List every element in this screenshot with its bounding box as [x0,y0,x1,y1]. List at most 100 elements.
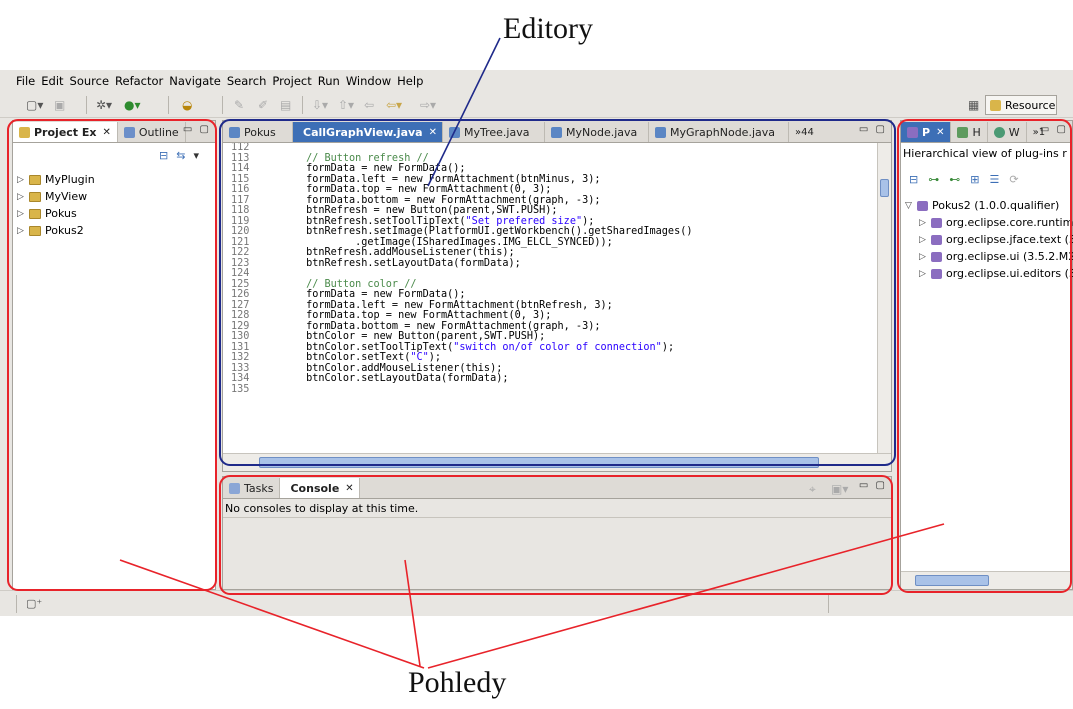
code-line[interactable]: 134 btnColor.setLayoutData(formData); [223,373,877,385]
expand-icon[interactable]: ▷ [17,175,29,185]
last-edit-icon[interactable]: ⇦ [364,97,374,113]
collapse-all-icon[interactable]: ⊟ [159,149,176,162]
menu-help[interactable]: Help [397,74,423,88]
scroll-thumb[interactable] [880,179,889,197]
tree-item[interactable]: ▷ org.eclipse.core.runtime [905,214,1073,231]
debug-icon[interactable]: ✲▾ [96,97,112,113]
menu-window[interactable]: Window [346,74,391,88]
code-editor[interactable]: 112 113 // Button refresh //114 formData … [223,143,877,453]
collapse-icon[interactable]: ▽ [905,201,917,211]
close-icon[interactable]: ✕ [345,483,353,494]
code-line[interactable]: 123 btnRefresh.setLayoutData(formData); [223,258,877,270]
back-icon[interactable]: ⇦▾ [386,97,402,113]
tab-mygraphnode[interactable]: MyGraphNode.java [649,122,789,142]
close-icon[interactable]: ✕ [103,127,111,138]
code-line[interactable]: 124 [223,268,877,280]
run-icon[interactable]: ●▾ [124,97,141,113]
menu-edit[interactable]: Edit [41,74,63,88]
minimize-maximize-icon[interactable]: ▭ ▢ [859,480,887,491]
tree-item[interactable]: ▽ Pokus2 (1.0.0.qualifier) [905,197,1073,214]
tree-item[interactable]: ▷ MyView [17,188,95,205]
code-line[interactable]: 122 btnRefresh.addMouseListener(this); [223,247,877,259]
expand-icon[interactable]: ▷ [919,269,931,279]
tree-item[interactable]: ▷ org.eclipse.ui (3.5.2.M20 [905,248,1073,265]
view-menu-icon[interactable]: ▾ [193,149,207,162]
tab-mynode[interactable]: MyNode.java [545,122,649,142]
code-line[interactable]: 135 [223,384,877,396]
scroll-thumb[interactable] [915,575,989,586]
tab-tasks[interactable]: Tasks [223,478,281,498]
previous-annotation-icon[interactable]: ⇧▾ [338,97,354,113]
list-layout-icon[interactable]: ☰ [989,173,1009,186]
vertical-scrollbar[interactable] [877,143,891,453]
open-console-icon[interactable]: ▣▾ [831,481,848,497]
close-icon[interactable]: ✕ [936,127,944,138]
tree-item[interactable]: ▷ Pokus2 [17,222,95,239]
menu-file[interactable]: File [16,74,35,88]
chevron-down-icon[interactable]: ▾ [1071,147,1072,160]
open-perspective-icon[interactable]: ▦ [968,98,979,112]
tree-layout-icon[interactable]: ⊞ [970,173,989,186]
save-icon[interactable]: ▣ [54,97,65,113]
tree-item[interactable]: ▷ org.eclipse.ui.editors (3. [905,265,1073,282]
tab-pokus[interactable]: Pokus [223,122,293,142]
code-line[interactable]: 132 btnColor.setText("C"); [223,352,877,364]
close-icon[interactable]: ✕ [429,127,437,138]
menu-navigate[interactable]: Navigate [169,74,221,88]
tree-item[interactable]: ▷ MyPlugin [17,171,95,188]
new-icon[interactable]: ▢▾ [26,97,43,113]
tab-outline[interactable]: Outline [118,122,186,142]
expand-icon[interactable]: ▷ [919,252,931,262]
globe-icon [993,126,1005,138]
forward-icon[interactable]: ⇨▾ [420,97,436,113]
horizontal-scrollbar[interactable] [223,453,891,471]
pin-console-icon[interactable]: ⌖ [809,481,816,497]
minimize-maximize-icon[interactable]: ▭ ▢ [1040,124,1068,135]
plugin-view-header[interactable]: Hierarchical view of plug-ins r ▾ [901,143,1072,163]
code-line[interactable]: 114 formData = new FormData(); [223,163,877,175]
tab-overflow[interactable]: »44 [789,122,820,142]
code-line[interactable]: 128 formData.top = new FormAttachment(0,… [223,310,877,322]
menu-run[interactable]: Run [318,74,340,88]
tab-callgraphview[interactable]: CallGraphView.java ✕ [293,122,443,142]
tab-project-explorer[interactable]: Project Ex ✕ [13,122,118,142]
tab-hierarchy[interactable]: H [951,122,988,142]
tree-item[interactable]: ▷ Pokus [17,205,95,222]
show-callees-icon[interactable]: ⊷ [949,173,970,186]
tab-web[interactable]: W [988,122,1027,142]
collapse-all-icon[interactable]: ⊟ [909,173,928,186]
expand-icon[interactable]: ▷ [17,192,29,202]
pin-icon[interactable]: ✐ [258,97,268,113]
code-line[interactable]: 116 formData.top = new FormAttachment(0,… [223,184,877,196]
expand-icon[interactable]: ▷ [17,209,29,219]
tab-mytree[interactable]: MyTree.java [443,122,545,142]
minimize-maximize-icon[interactable]: ▭ ▢ [859,124,887,135]
code-line[interactable]: 126 formData = new FormData(); [223,289,877,301]
code-line[interactable]: 120 btnRefresh.setImage(PlatformUI.getWo… [223,226,877,238]
refresh-icon[interactable]: ⟳ [1009,173,1028,186]
expand-icon[interactable]: ▷ [919,235,931,245]
menu-search[interactable]: Search [227,74,267,88]
menu-project[interactable]: Project [272,74,311,88]
fast-view-icon[interactable]: ▢⁺ [26,597,42,610]
open-type-icon[interactable]: ◒ [182,97,192,113]
plugin-view-title: Hierarchical view of plug-ins r [903,146,1067,160]
scroll-thumb[interactable] [259,457,819,468]
tree-item[interactable]: ▷ org.eclipse.jface.text (3. [905,231,1073,248]
expand-icon[interactable]: ▷ [17,226,29,236]
minimize-maximize-icon[interactable]: ▭ ▢ [183,124,211,135]
expand-icon[interactable]: ▷ [919,218,931,228]
link-with-editor-icon[interactable]: ⇆ [176,149,193,162]
code-line[interactable]: 112 [223,143,877,154]
tab-plugins[interactable]: P ✕ [901,122,952,142]
next-annotation-icon[interactable]: ⇩▾ [312,97,328,113]
horizontal-scrollbar[interactable] [901,571,1072,589]
tab-console[interactable]: Console ✕ [280,478,361,498]
menu-refactor[interactable]: Refactor [115,74,163,88]
menu-source[interactable]: Source [70,74,110,88]
toggle-mark-icon[interactable]: ✎ [234,97,244,113]
resource-perspective-button[interactable]: Resource [985,95,1057,115]
hierarchy-icon [957,126,969,138]
show-callers-icon[interactable]: ⊶ [928,173,949,186]
show-whitespace-icon[interactable]: ▤ [280,97,291,113]
